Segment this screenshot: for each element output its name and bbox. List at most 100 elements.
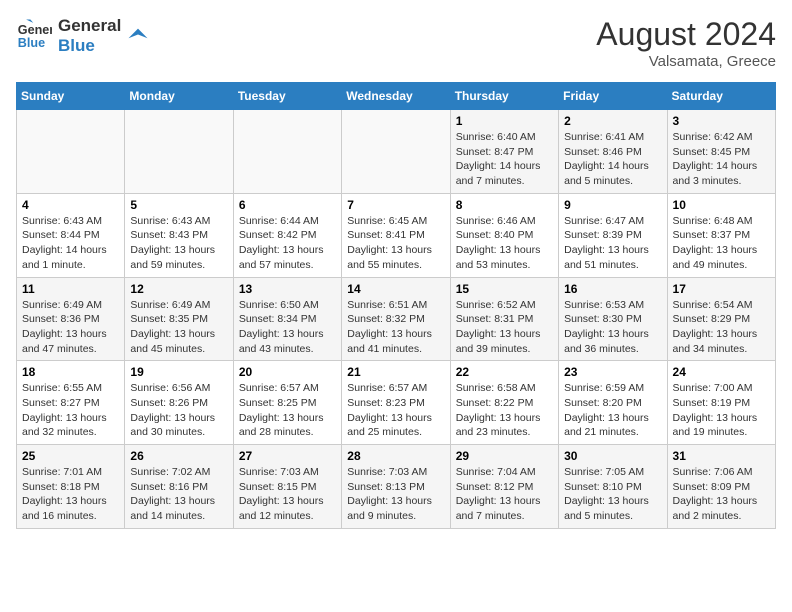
weekday-header-friday: Friday xyxy=(559,83,667,110)
day-number: 18 xyxy=(22,365,119,379)
day-info: Sunrise: 7:03 AM Sunset: 8:15 PM Dayligh… xyxy=(239,465,336,524)
day-info: Sunrise: 7:04 AM Sunset: 8:12 PM Dayligh… xyxy=(456,465,553,524)
weekday-header-row: SundayMondayTuesdayWednesdayThursdayFrid… xyxy=(17,83,776,110)
day-info: Sunrise: 6:51 AM Sunset: 8:32 PM Dayligh… xyxy=(347,298,444,357)
calendar-cell: 5 Sunrise: 6:43 AM Sunset: 8:43 PM Daylig… xyxy=(125,193,233,277)
calendar-cell: 3 Sunrise: 6:42 AM Sunset: 8:45 PM Daylig… xyxy=(667,110,775,194)
day-number: 23 xyxy=(564,365,661,379)
month-year-title: August 2024 xyxy=(596,16,776,53)
calendar-cell: 26 Sunrise: 7:02 AM Sunset: 8:16 PM Dayli… xyxy=(125,445,233,529)
calendar-cell: 17Sunrise: 6:54 AM Sunset: 8:29 PM Dayli… xyxy=(667,277,775,361)
day-info: Sunrise: 6:49 AM Sunset: 8:35 PM Dayligh… xyxy=(130,298,227,357)
day-number: 21 xyxy=(347,365,444,379)
day-info: Sunrise: 6:52 AM Sunset: 8:31 PM Dayligh… xyxy=(456,298,553,357)
day-number: 14 xyxy=(347,282,444,296)
day-number: 10 xyxy=(673,198,770,212)
title-block: August 2024 Valsamata, Greece xyxy=(596,16,776,70)
day-number: 27 xyxy=(239,449,336,463)
day-number: 4 xyxy=(22,198,119,212)
calendar-cell: 30Sunrise: 7:05 AM Sunset: 8:10 PM Dayli… xyxy=(559,445,667,529)
calendar-cell: 1 Sunrise: 6:40 AM Sunset: 8:47 PM Daylig… xyxy=(450,110,558,194)
calendar-week-row: 11 Sunrise: 6:49 AM Sunset: 8:36 PM Dayli… xyxy=(17,277,776,361)
weekday-header-sunday: Sunday xyxy=(17,83,125,110)
calendar-cell xyxy=(125,110,233,194)
day-number: 9 xyxy=(564,198,661,212)
calendar-cell: 2 Sunrise: 6:41 AM Sunset: 8:46 PM Daylig… xyxy=(559,110,667,194)
day-info: Sunrise: 6:43 AM Sunset: 8:43 PM Dayligh… xyxy=(130,214,227,273)
day-number: 19 xyxy=(130,365,227,379)
day-info: Sunrise: 7:06 AM Sunset: 8:09 PM Dayligh… xyxy=(673,465,770,524)
day-info: Sunrise: 7:03 AM Sunset: 8:13 PM Dayligh… xyxy=(347,465,444,524)
calendar-cell: 29 Sunrise: 7:04 AM Sunset: 8:12 PM Dayli… xyxy=(450,445,558,529)
calendar-cell: 4 Sunrise: 6:43 AM Sunset: 8:44 PM Daylig… xyxy=(17,193,125,277)
day-number: 5 xyxy=(130,198,227,212)
day-number: 25 xyxy=(22,449,119,463)
calendar-body: 1 Sunrise: 6:40 AM Sunset: 8:47 PM Daylig… xyxy=(17,110,776,529)
day-info: Sunrise: 6:43 AM Sunset: 8:44 PM Dayligh… xyxy=(22,214,119,273)
day-info: Sunrise: 6:40 AM Sunset: 8:47 PM Dayligh… xyxy=(456,130,553,189)
calendar-table: SundayMondayTuesdayWednesdayThursdayFrid… xyxy=(16,82,776,529)
calendar-cell: 25 Sunrise: 7:01 AM Sunset: 8:18 PM Dayli… xyxy=(17,445,125,529)
day-number: 26 xyxy=(130,449,227,463)
calendar-cell: 11 Sunrise: 6:49 AM Sunset: 8:36 PM Dayli… xyxy=(17,277,125,361)
day-number: 12 xyxy=(130,282,227,296)
calendar-cell: 21 Sunrise: 6:57 AM Sunset: 8:23 PM Dayli… xyxy=(342,361,450,445)
day-number: 11 xyxy=(22,282,119,296)
day-info: Sunrise: 6:56 AM Sunset: 8:26 PM Dayligh… xyxy=(130,381,227,440)
day-number: 8 xyxy=(456,198,553,212)
day-number: 13 xyxy=(239,282,336,296)
day-number: 1 xyxy=(456,114,553,128)
day-number: 29 xyxy=(456,449,553,463)
calendar-cell: 7 Sunrise: 6:45 AM Sunset: 8:41 PM Daylig… xyxy=(342,193,450,277)
day-number: 31 xyxy=(673,449,770,463)
weekday-header-wednesday: Wednesday xyxy=(342,83,450,110)
calendar-cell: 15 Sunrise: 6:52 AM Sunset: 8:31 PM Dayli… xyxy=(450,277,558,361)
weekday-header-tuesday: Tuesday xyxy=(233,83,341,110)
day-number: 22 xyxy=(456,365,553,379)
calendar-cell xyxy=(17,110,125,194)
day-number: 7 xyxy=(347,198,444,212)
page-header: General Blue General Blue August 2024 Va… xyxy=(16,16,776,70)
day-info: Sunrise: 6:59 AM Sunset: 8:20 PM Dayligh… xyxy=(564,381,661,440)
logo-general: General xyxy=(58,16,121,36)
day-number: 28 xyxy=(347,449,444,463)
calendar-cell: 16Sunrise: 6:53 AM Sunset: 8:30 PM Dayli… xyxy=(559,277,667,361)
calendar-cell: 28 Sunrise: 7:03 AM Sunset: 8:13 PM Dayli… xyxy=(342,445,450,529)
calendar-cell xyxy=(342,110,450,194)
location-subtitle: Valsamata, Greece xyxy=(596,53,776,70)
logo-blue: Blue xyxy=(58,36,121,56)
day-info: Sunrise: 6:57 AM Sunset: 8:25 PM Dayligh… xyxy=(239,381,336,440)
calendar-cell: 6 Sunrise: 6:44 AM Sunset: 8:42 PM Daylig… xyxy=(233,193,341,277)
day-info: Sunrise: 6:42 AM Sunset: 8:45 PM Dayligh… xyxy=(673,130,770,189)
calendar-week-row: 25 Sunrise: 7:01 AM Sunset: 8:18 PM Dayli… xyxy=(17,445,776,529)
weekday-header-thursday: Thursday xyxy=(450,83,558,110)
day-info: Sunrise: 6:58 AM Sunset: 8:22 PM Dayligh… xyxy=(456,381,553,440)
calendar-cell: 14 Sunrise: 6:51 AM Sunset: 8:32 PM Dayli… xyxy=(342,277,450,361)
calendar-week-row: 18Sunrise: 6:55 AM Sunset: 8:27 PM Dayli… xyxy=(17,361,776,445)
day-info: Sunrise: 6:50 AM Sunset: 8:34 PM Dayligh… xyxy=(239,298,336,357)
calendar-cell: 13 Sunrise: 6:50 AM Sunset: 8:34 PM Dayli… xyxy=(233,277,341,361)
day-info: Sunrise: 6:44 AM Sunset: 8:42 PM Dayligh… xyxy=(239,214,336,273)
calendar-cell: 19 Sunrise: 6:56 AM Sunset: 8:26 PM Dayli… xyxy=(125,361,233,445)
day-info: Sunrise: 6:41 AM Sunset: 8:46 PM Dayligh… xyxy=(564,130,661,189)
calendar-cell: 8Sunrise: 6:46 AM Sunset: 8:40 PM Daylig… xyxy=(450,193,558,277)
day-info: Sunrise: 6:45 AM Sunset: 8:41 PM Dayligh… xyxy=(347,214,444,273)
day-number: 2 xyxy=(564,114,661,128)
day-number: 6 xyxy=(239,198,336,212)
day-info: Sunrise: 6:49 AM Sunset: 8:36 PM Dayligh… xyxy=(22,298,119,357)
day-info: Sunrise: 7:02 AM Sunset: 8:16 PM Dayligh… xyxy=(130,465,227,524)
day-number: 3 xyxy=(673,114,770,128)
calendar-week-row: 1 Sunrise: 6:40 AM Sunset: 8:47 PM Daylig… xyxy=(17,110,776,194)
day-number: 16 xyxy=(564,282,661,296)
day-info: Sunrise: 6:57 AM Sunset: 8:23 PM Dayligh… xyxy=(347,381,444,440)
logo: General Blue General Blue xyxy=(16,16,149,57)
calendar-cell: 12 Sunrise: 6:49 AM Sunset: 8:35 PM Dayli… xyxy=(125,277,233,361)
calendar-week-row: 4 Sunrise: 6:43 AM Sunset: 8:44 PM Daylig… xyxy=(17,193,776,277)
day-number: 15 xyxy=(456,282,553,296)
logo-icon: General Blue xyxy=(16,18,52,54)
day-info: Sunrise: 6:48 AM Sunset: 8:37 PM Dayligh… xyxy=(673,214,770,273)
day-info: Sunrise: 7:01 AM Sunset: 8:18 PM Dayligh… xyxy=(22,465,119,524)
calendar-cell: 24Sunrise: 7:00 AM Sunset: 8:19 PM Dayli… xyxy=(667,361,775,445)
day-number: 20 xyxy=(239,365,336,379)
calendar-cell: 20 Sunrise: 6:57 AM Sunset: 8:25 PM Dayli… xyxy=(233,361,341,445)
